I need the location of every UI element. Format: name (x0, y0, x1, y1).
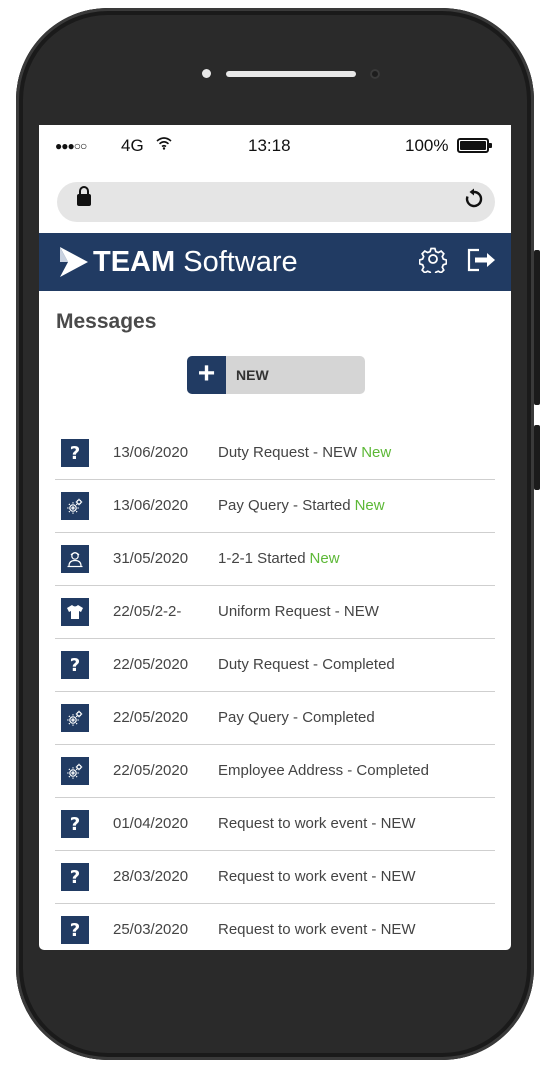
new-tag: New (354, 497, 385, 514)
settings-gear-icon[interactable] (418, 245, 449, 277)
question-icon: ? (61, 916, 89, 944)
message-subject: Pay Query - Completed (218, 709, 375, 726)
message-subject-text: Uniform Request - NEW (218, 603, 379, 620)
brand-name: TEAM Software (93, 246, 298, 279)
message-subject: Uniform Request - NEW (218, 603, 379, 620)
brand-light: Software (183, 246, 298, 278)
message-date: 22/05/2020 (113, 762, 189, 779)
network-type: 4G (121, 136, 144, 155)
person-icon (61, 545, 89, 573)
message-subject-text: Employee Address - Completed (218, 762, 429, 779)
message-row[interactable]: ? 25/03/2020 Request to work event - NEW (55, 904, 495, 950)
message-row[interactable]: 22/05/2020 Pay Query - Completed (55, 692, 495, 745)
screen: ●●●○○ 4G 13:18 100% TEAM Software Messag… (39, 125, 511, 950)
question-icon: ? (61, 439, 89, 467)
message-row[interactable]: 22/05/2-2- Uniform Request - NEW (55, 586, 495, 639)
message-subject-text: Request to work event - NEW (218, 815, 416, 832)
message-date: 28/03/2020 (113, 868, 189, 885)
earpiece-speaker (226, 71, 356, 77)
message-subject-text: Duty Request - NEW (218, 444, 358, 461)
gears-icon (61, 704, 89, 732)
reload-icon[interactable] (463, 188, 485, 216)
message-date: 22/05/2020 (113, 709, 189, 726)
message-row[interactable]: ? 28/03/2020 Request to work event - NEW (55, 851, 495, 904)
message-subject: Duty Request - Completed (218, 656, 395, 673)
message-date: 22/05/2-2- (113, 603, 182, 620)
app-header: TEAM Software (39, 233, 511, 291)
plus-icon: + (187, 356, 226, 394)
message-subject: Request to work event - NEW (218, 815, 416, 832)
clock: 13:18 (248, 136, 291, 155)
page-title: Messages (56, 310, 157, 333)
new-message-button[interactable]: + NEW (187, 356, 365, 394)
message-row[interactable]: ? 22/05/2020 Duty Request - Completed (55, 639, 495, 692)
logout-icon[interactable] (467, 247, 497, 273)
question-icon: ? (61, 863, 89, 891)
message-subject-text: Pay Query - Completed (218, 709, 375, 726)
question-icon: ? (61, 810, 89, 838)
brand-bold: TEAM (93, 246, 176, 278)
wifi-icon (156, 136, 172, 154)
message-date: 22/05/2020 (113, 656, 189, 673)
message-subject-text: Request to work event - NEW (218, 868, 416, 885)
message-subject: Request to work event - NEW (218, 921, 416, 938)
message-row[interactable]: ? 01/04/2020 Request to work event - NEW (55, 798, 495, 851)
gears-icon (61, 492, 89, 520)
battery-icon (457, 138, 492, 153)
message-list: ? 13/06/2020 Duty Request - NEW New 13/06/20… (55, 427, 495, 950)
signal-strength: ●●●○○ (55, 139, 87, 153)
battery-percent: 100% (405, 136, 449, 155)
message-date: 13/06/2020 (113, 497, 189, 514)
message-date: 13/06/2020 (113, 444, 189, 461)
message-date: 31/05/2020 (113, 550, 189, 567)
lock-icon (77, 186, 91, 206)
side-button-lower (534, 425, 540, 490)
question-icon: ? (61, 651, 89, 679)
side-button-upper (534, 250, 540, 405)
message-subject: Pay Query - Started New (218, 497, 385, 514)
message-row[interactable]: 31/05/2020 1-2-1 Started New (55, 533, 495, 586)
message-row[interactable]: 13/06/2020 Pay Query - Started New (55, 480, 495, 533)
address-bar[interactable] (57, 182, 495, 222)
message-subject-text: 1-2-1 Started (218, 550, 306, 567)
new-tag: New (309, 550, 340, 567)
message-date: 25/03/2020 (113, 921, 189, 938)
message-subject: Duty Request - NEW New (218, 444, 391, 461)
message-subject: Request to work event - NEW (218, 868, 416, 885)
message-subject: Employee Address - Completed (218, 762, 429, 779)
sensor-dot (202, 69, 211, 78)
message-row[interactable]: 22/05/2020 Employee Address - Completed (55, 745, 495, 798)
message-row[interactable]: ? 13/06/2020 Duty Request - NEW New (55, 427, 495, 480)
new-tag: New (361, 444, 392, 461)
message-subject-text: Request to work event - NEW (218, 921, 416, 938)
status-bar: ●●●○○ 4G 13:18 100% (39, 125, 511, 169)
front-camera (370, 69, 380, 79)
gears-icon (61, 757, 89, 785)
team-logo-icon (57, 245, 91, 279)
message-date: 01/04/2020 (113, 815, 189, 832)
message-subject: 1-2-1 Started New (218, 550, 340, 567)
message-subject-text: Pay Query - Started (218, 497, 351, 514)
new-button-label: NEW (236, 367, 269, 383)
tshirt-icon (61, 598, 89, 626)
message-subject-text: Duty Request - Completed (218, 656, 395, 673)
